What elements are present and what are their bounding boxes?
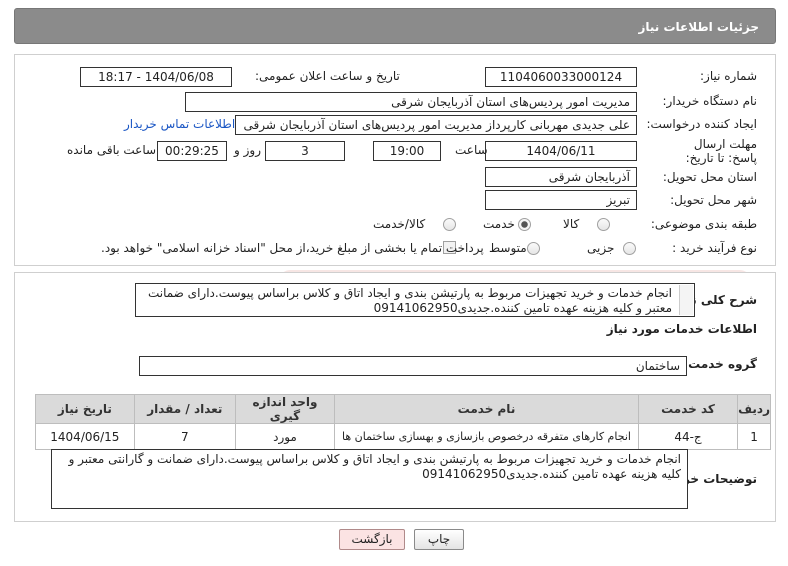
th-quantity: تعداد / مقدار <box>133 394 236 424</box>
buyer-contact-link[interactable]: اطلاعات تماس خریدار <box>124 117 235 131</box>
province-label: استان محل تحویل: <box>662 170 757 184</box>
summary-text: انجام خدمات و خرید تجهیزات مربوط به پارت… <box>147 286 672 315</box>
buyer-notes-text: انجام خدمات و خرید تجهیزات مربوط به پارت… <box>68 452 681 481</box>
creator-field: علی جدیدی مهربانی کارپرداز مدیریت امور پ… <box>235 115 637 135</box>
back-button[interactable]: بازگشت <box>339 529 405 550</box>
announce-datetime-field: 1404/06/08 - 18:17 <box>80 67 232 87</box>
days-remaining-field: 3 <box>265 141 345 161</box>
category-label: طبقه بندی موضوعی: <box>650 217 757 231</box>
need-number-field: 1104060033000124 <box>485 67 637 87</box>
treasury-note: پرداخت تمام یا بخشی از مبلغ خرید،از محل … <box>101 241 484 255</box>
cell-need-date: 1404/06/15 <box>35 423 135 450</box>
th-row: ردیف <box>737 394 771 424</box>
process-radio-medium[interactable] <box>527 242 540 255</box>
category-option-goods: کالا <box>563 217 580 231</box>
service-group-field: ساختمان <box>139 356 687 376</box>
cell-unit: مورد <box>234 423 336 450</box>
panel-header: جزئیات اطلاعات نیاز <box>14 8 776 44</box>
cell-quantity: 7 <box>133 423 236 450</box>
announce-label: تاریخ و ساعت اعلان عمومی: <box>255 69 400 83</box>
summary-textarea[interactable]: انجام خدمات و خرید تجهیزات مربوط به پارت… <box>135 283 695 317</box>
need-info-box: شماره نیاز: 1104060033000124 تاریخ و ساع… <box>14 54 776 266</box>
services-table-header: تاریخ نیاز تعداد / مقدار واحد اندازه گیر… <box>35 394 771 424</box>
services-section-title: اطلاعات خدمات مورد نیاز <box>606 322 757 336</box>
th-service-code: کد خدمت <box>637 394 739 424</box>
th-need-date: تاریخ نیاز <box>35 394 135 424</box>
table-row: 1404/06/15 7 مورد انجام کارهای متفرقه در… <box>35 423 771 450</box>
deadline-time-field: 19:00 <box>373 141 441 161</box>
service-group-label: گروه خدمت: <box>683 357 757 371</box>
cell-row-number: 1 <box>737 423 771 450</box>
province-field: آذربایجان شرقی <box>485 167 637 187</box>
remaining-time-field: 00:29:25 <box>157 141 227 161</box>
creator-label: ایجاد کننده درخواست: <box>646 117 757 131</box>
buyer-org-label: نام دستگاه خریدار: <box>662 94 758 108</box>
process-radio-minor[interactable] <box>623 242 636 255</box>
cell-service-name: انجام کارهای متفرقه درخصوص بازسازی و بهس… <box>334 423 639 450</box>
deadline-time-label: ساعت <box>455 143 488 157</box>
panel-title: جزئیات اطلاعات نیاز <box>638 20 759 34</box>
category-option-goods-service: کالا/خدمت <box>373 217 426 231</box>
days-label: روز و <box>234 143 261 157</box>
category-radio-service[interactable] <box>518 218 531 231</box>
summary-scrollbar[interactable] <box>679 285 693 315</box>
category-radio-goods[interactable] <box>597 218 610 231</box>
buyer-notes-textarea[interactable]: انجام خدمات و خرید تجهیزات مربوط به پارت… <box>51 449 688 509</box>
city-field: تبریز <box>485 190 637 210</box>
print-button[interactable]: چاپ <box>414 529 464 550</box>
services-box: شرح کلی نیاز: انجام خدمات و خرید تجهیزات… <box>14 272 776 522</box>
process-label: نوع فرآیند خرید : <box>672 241 757 255</box>
buyer-org-field: مدیریت امور پردیس‌های استان آذربایجان شر… <box>185 92 637 112</box>
category-radio-goods-service[interactable] <box>443 218 456 231</box>
city-label: شهر محل تحویل: <box>670 193 757 207</box>
deadline-date-field: 1404/06/11 <box>485 141 637 161</box>
category-option-service: خدمت <box>483 217 515 231</box>
cell-service-code: ج-44 <box>637 423 739 450</box>
need-details-page: جزئیات اطلاعات نیاز شماره نیاز: 11040600… <box>0 0 788 566</box>
th-unit: واحد اندازه گیری <box>234 394 336 424</box>
deadline-label: مهلت ارسال پاسخ: تا تاریخ: <box>685 137 757 165</box>
services-table: تاریخ نیاز تعداد / مقدار واحد اندازه گیر… <box>35 394 771 450</box>
th-service-name: نام خدمت <box>334 394 639 424</box>
need-number-label: شماره نیاز: <box>700 69 757 83</box>
process-option-minor: جزیی <box>587 241 615 255</box>
process-option-medium: متوسط <box>489 241 527 255</box>
remaining-time-label: ساعت باقی مانده <box>67 143 157 157</box>
